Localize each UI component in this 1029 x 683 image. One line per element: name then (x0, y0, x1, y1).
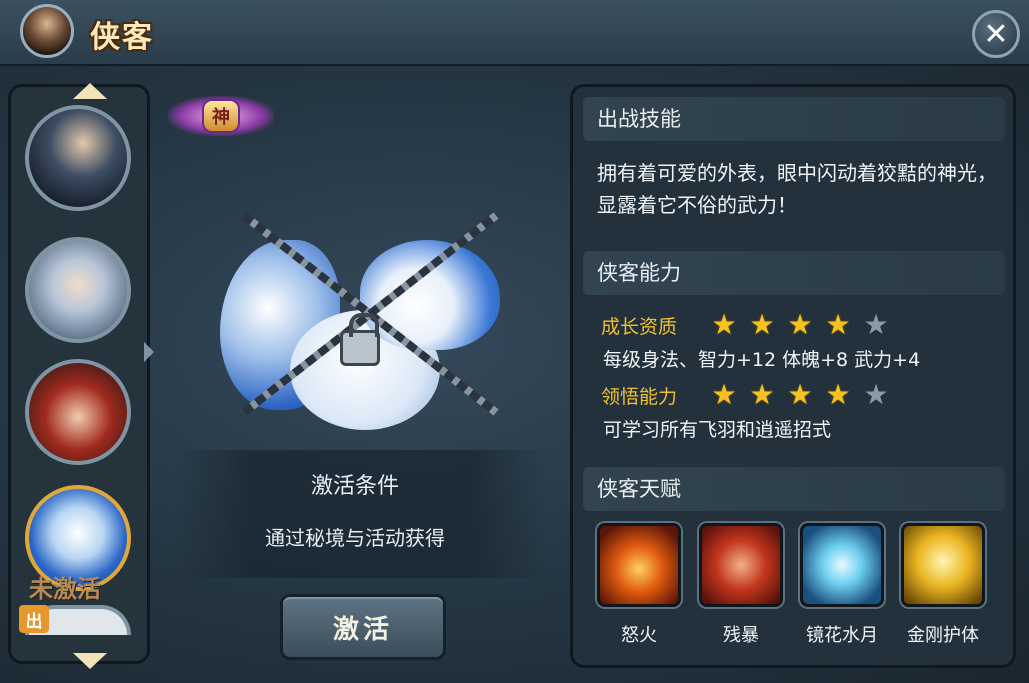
growth-text: 每级身法、智力+12 体魄+8 武力+4 (603, 349, 921, 371)
selection-pointer-icon (144, 342, 154, 362)
hero-portrait-2[interactable] (25, 237, 131, 343)
star-icon: ★ (825, 378, 851, 411)
growth-label: 成长资质 (601, 315, 678, 338)
talent-header: 侠客天赋 (583, 467, 1005, 511)
star-icon: ★ (863, 378, 889, 411)
insight-label: 领悟能力 (601, 385, 678, 408)
hero-portrait-1[interactable] (25, 105, 131, 211)
star-icon: ★ (749, 308, 775, 341)
star-icon: ★ (825, 308, 851, 341)
padlock-icon (340, 313, 380, 366)
talent-name: 残暴 (723, 625, 759, 646)
golden-body-icon[interactable] (901, 523, 985, 607)
rank-badge-text: 神 (202, 99, 240, 133)
deployed-badge: 出 (19, 605, 49, 633)
insight-text: 可学习所有飞羽和逍遥招式 (603, 419, 832, 441)
close-button[interactable]: ✕ (972, 10, 1020, 58)
player-avatar (20, 4, 74, 58)
star-icon: ★ (787, 308, 813, 341)
star-icon: ★ (787, 378, 813, 411)
battle-skill-header: 出战技能 (583, 97, 1005, 141)
growth-row: 成长资质 ★ ★ ★ ★ ★ (601, 309, 895, 341)
water-lotus-icon[interactable] (800, 523, 884, 607)
activate-button[interactable]: 激活 (280, 594, 446, 660)
fire-rage-icon[interactable] (597, 523, 681, 607)
hero-portrait-3[interactable] (25, 359, 131, 465)
window-title: 侠客 (90, 20, 154, 55)
title-bar: 侠客 ✕ (0, 0, 1029, 66)
skill-description: 拥有着可爱的外表，眼中闪动着狡黠的神光，显露着它不俗的武力！ (597, 161, 997, 217)
star-icon: ★ (749, 378, 775, 411)
locked-label: 未激活 (29, 575, 101, 603)
hero-list: 未激活 出 (8, 83, 150, 669)
talent-name: 怒火 (621, 625, 657, 646)
scroll-down-arrow-icon[interactable] (73, 653, 107, 669)
talent-name: 镜花水月 (806, 625, 878, 646)
insight-row: 领悟能力 ★ ★ ★ ★ ★ (601, 379, 895, 411)
scroll-up-arrow-icon[interactable] (73, 83, 107, 99)
rank-badge: 神 (168, 96, 274, 136)
star-icon: ★ (711, 378, 737, 411)
pet-head (360, 240, 500, 350)
talent-name: 金刚护体 (907, 625, 979, 646)
pet-model (200, 180, 520, 460)
star-icon: ★ (711, 308, 737, 341)
info-panel: 出战技能 拥有着可爱的外表，眼中闪动着狡黠的神光，显露着它不俗的武力！ 侠客能力… (570, 84, 1016, 668)
fist-icon[interactable] (699, 523, 783, 607)
hero-window: 侠客 ✕ 未激活 出 神 激活条件 通过秘境与活动获得 激活 出战技能 拥有着可… (0, 0, 1029, 683)
star-icon: ★ (863, 308, 889, 341)
ability-header: 侠客能力 (583, 251, 1005, 295)
